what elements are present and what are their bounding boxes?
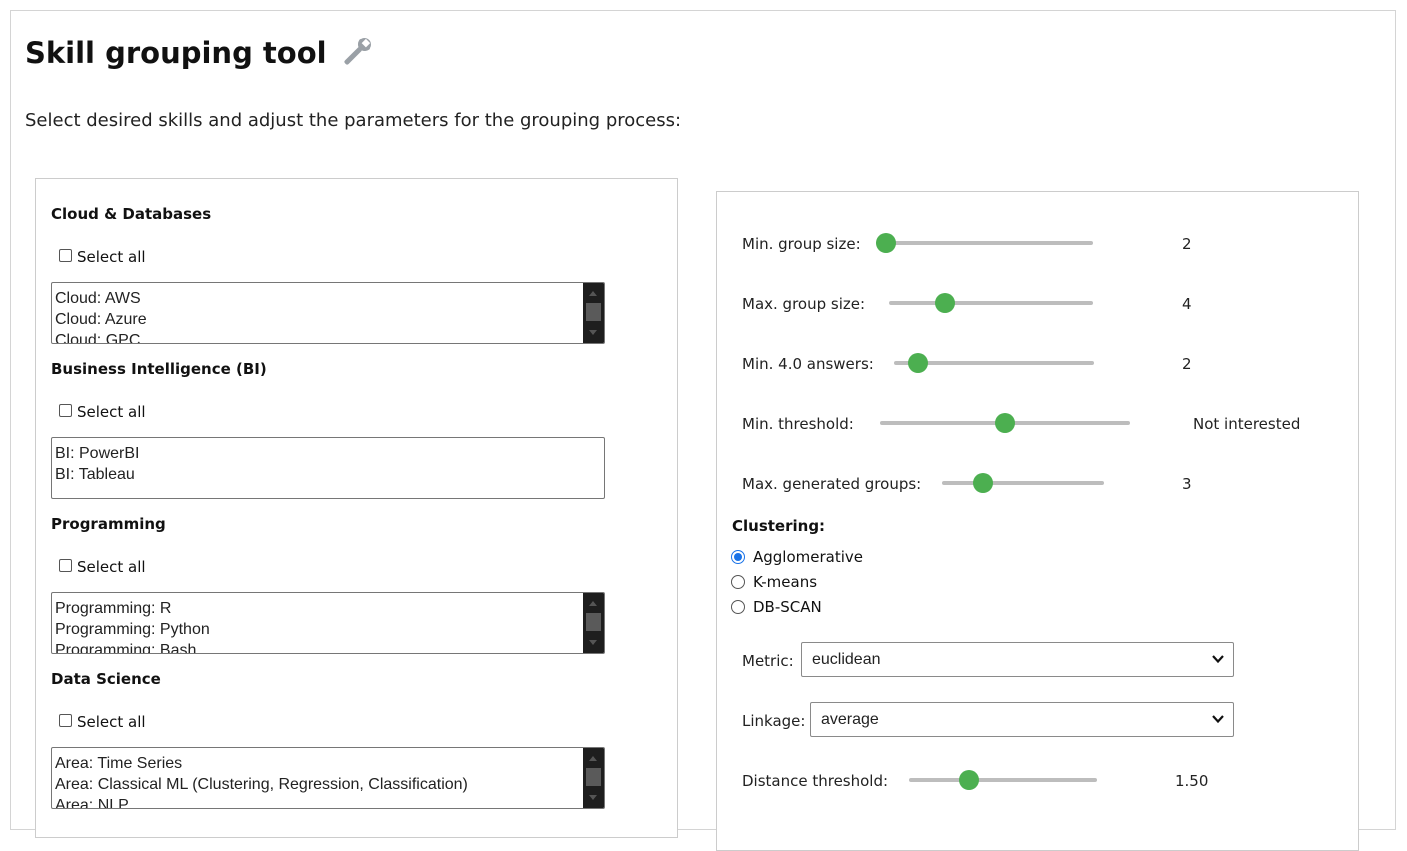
scroll-up-arrow-icon[interactable] — [589, 291, 597, 296]
clustering-title: Clustering: — [732, 517, 826, 535]
parameter-label: Min. threshold: — [742, 415, 854, 433]
radio-label: K-means — [753, 573, 818, 591]
select-all-label: Select all — [77, 403, 146, 421]
slider-knob[interactable] — [973, 473, 994, 493]
radio-label: DB-SCAN — [753, 598, 822, 616]
parameter-label: Min. group size: — [742, 235, 861, 253]
listbox-option[interactable]: Cloud: Azure — [55, 309, 147, 330]
select-all-checkbox[interactable]: Select all — [59, 403, 146, 421]
clustering-option[interactable]: K-means — [731, 573, 817, 591]
radio-button[interactable] — [731, 600, 745, 614]
parameter-slider[interactable] — [876, 233, 1093, 253]
parameter-value: 2 — [1182, 235, 1192, 253]
listbox-option[interactable]: Programming: R — [55, 598, 210, 619]
clustering-option[interactable]: Agglomerative — [731, 548, 863, 566]
category-title: Programming — [51, 515, 166, 533]
page-title: Skill grouping tool — [25, 36, 373, 70]
checkbox-box[interactable] — [59, 403, 72, 417]
category-title: Data Science — [51, 670, 161, 688]
category-title: Business Intelligence (BI) — [51, 360, 267, 378]
metric-select-value: euclidean — [812, 651, 881, 668]
checkbox-box[interactable] — [59, 558, 72, 572]
listbox-option[interactable]: Area: Time Series — [55, 753, 468, 774]
skill-listbox[interactable]: BI: PowerBI BI: Tableau — [51, 437, 605, 499]
distance-threshold-label: Distance threshold: — [742, 772, 889, 790]
skill-listbox[interactable]: Programming: R Programming: Python Program… — [51, 592, 605, 654]
page-subtitle: Select desired skills and adjust the par… — [25, 110, 682, 131]
linkage-label: Linkage: — [742, 712, 806, 730]
parameter-slider[interactable] — [889, 293, 1093, 313]
select-all-checkbox[interactable]: Select all — [59, 713, 146, 731]
parameter-slider[interactable] — [880, 413, 1130, 433]
select-all-label: Select all — [77, 558, 146, 576]
select-all-label: Select all — [77, 248, 146, 266]
slider-knob[interactable] — [908, 353, 929, 373]
parameter-value: 2 — [1182, 355, 1192, 373]
slider-knob[interactable] — [935, 293, 955, 313]
parameter-slider[interactable] — [894, 353, 1094, 373]
category-title: Cloud & Databases — [51, 205, 212, 223]
clustering-option[interactable]: DB-SCAN — [731, 598, 822, 616]
linkage-select-value: average — [821, 711, 879, 728]
wrench-icon — [344, 38, 371, 65]
skill-listbox[interactable]: Cloud: AWS Cloud: Azure Cloud: GPC — [51, 282, 605, 344]
distance-threshold-slider[interactable] — [909, 770, 1097, 790]
listbox-option[interactable]: Area: Classical ML (Clustering, Regressi… — [55, 774, 468, 795]
parameter-value: Not interested — [1193, 415, 1301, 433]
chevron-down-icon — [1212, 715, 1224, 724]
listbox-option[interactable]: Cloud: AWS — [55, 288, 147, 309]
radio-button[interactable] — [731, 575, 745, 589]
listbox-option[interactable]: Programming: Python — [55, 619, 210, 640]
scroll-down-arrow-icon[interactable] — [589, 795, 597, 800]
listbox-option[interactable]: BI: PowerBI — [55, 443, 139, 464]
scrollbar[interactable] — [583, 283, 604, 343]
scrollbar-thumb[interactable] — [586, 613, 601, 631]
parameters-panel: Min. group size: 2 Max. group size: 4 Min. 4… — [716, 191, 1359, 851]
listbox-option[interactable]: Cloud: GPC — [55, 330, 147, 343]
parameter-label: Max. generated groups: — [742, 475, 922, 493]
metric-label: Metric: — [742, 652, 794, 670]
scrollbar[interactable] — [583, 748, 604, 808]
scroll-up-arrow-icon[interactable] — [589, 756, 597, 761]
scroll-down-arrow-icon[interactable] — [589, 330, 597, 335]
parameter-slider[interactable] — [942, 473, 1104, 493]
slider-track — [889, 301, 1093, 305]
distance-threshold-value: 1.50 — [1175, 772, 1209, 790]
select-all-checkbox[interactable]: Select all — [59, 558, 146, 576]
parameter-label: Min. 4.0 answers: — [742, 355, 874, 373]
radio-button[interactable] — [731, 550, 745, 564]
checkbox-box[interactable] — [59, 713, 72, 727]
select-all-label: Select all — [77, 713, 146, 731]
skills-panel: Cloud & Databases Select all Cloud: AWS Clo… — [35, 178, 678, 838]
slider-track — [909, 778, 1097, 782]
parameter-value: 3 — [1182, 475, 1192, 493]
scroll-up-arrow-icon[interactable] — [589, 601, 597, 606]
scrollbar[interactable] — [583, 593, 604, 653]
linkage-select[interactable]: average — [810, 702, 1234, 737]
parameter-value: 4 — [1182, 295, 1192, 313]
slider-knob[interactable] — [959, 770, 980, 790]
listbox-option[interactable]: Area: NLP — [55, 795, 468, 808]
slider-track — [942, 481, 1104, 485]
slider-knob[interactable] — [995, 413, 1015, 433]
metric-select[interactable]: euclidean — [801, 642, 1234, 677]
scrollbar-thumb[interactable] — [586, 768, 601, 786]
listbox-option[interactable]: BI: Tableau — [55, 464, 139, 485]
page-title-text: Skill grouping tool — [25, 36, 327, 70]
slider-knob[interactable] — [876, 233, 896, 253]
select-all-checkbox[interactable]: Select all — [59, 248, 146, 266]
checkbox-box[interactable] — [59, 248, 72, 262]
radio-label: Agglomerative — [753, 548, 864, 566]
scrollbar-thumb[interactable] — [586, 303, 601, 321]
parameter-label: Max. group size: — [742, 295, 866, 313]
chevron-down-icon — [1212, 655, 1224, 664]
listbox-option[interactable]: Programming: Bash — [55, 640, 210, 653]
scroll-down-arrow-icon[interactable] — [589, 640, 597, 645]
skill-listbox[interactable]: Area: Time Series Area: Classical ML (Clu… — [51, 747, 605, 809]
slider-track — [876, 241, 1093, 245]
